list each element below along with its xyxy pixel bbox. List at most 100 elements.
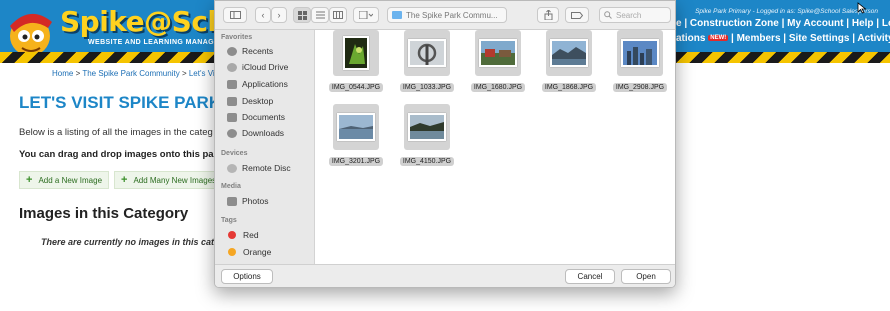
tags-heading: Tags (221, 217, 237, 224)
section-heading: Images in this Category (19, 205, 189, 222)
file-item[interactable]: IMG_4150.JPG (392, 104, 462, 168)
file-item[interactable]: IMG_3201.JPG (321, 104, 391, 168)
dialog-sidebar: Favorites Recents iCloud Drive Applicati… (215, 30, 315, 264)
add-image-label: Add a New Image (38, 175, 103, 185)
add-image-button[interactable]: + Add a New Image (19, 171, 110, 189)
add-many-images-label: Add Many New Images (133, 175, 217, 185)
sidebar-item-recents[interactable]: Recents (227, 46, 273, 56)
nav-item-logout[interactable]: Logout (882, 18, 890, 29)
top-nav-row1: e | Construction Zone | My Account | Hel… (676, 18, 890, 29)
devices-heading: Devices (221, 150, 248, 157)
options-button[interactable]: Options (221, 269, 273, 284)
file-item[interactable]: IMG_0544.JPG (321, 30, 391, 94)
sidebar-item-documents[interactable]: Documents (227, 112, 285, 122)
sidebar-item-applications[interactable]: Applications (227, 79, 288, 89)
icon-view-button[interactable] (293, 7, 311, 23)
file-name: IMG_1868.JPG (541, 83, 597, 92)
sidebar-item-label: Remote Disc (242, 163, 291, 173)
nav-item-members[interactable]: Members (737, 33, 781, 44)
cloud-icon (227, 62, 237, 72)
breadcrumb-home[interactable]: Home (52, 69, 73, 78)
red-tag-icon (228, 231, 236, 239)
breadcrumb-community[interactable]: The Spike Park Community (82, 69, 179, 78)
cancel-button[interactable]: Cancel (565, 269, 615, 284)
download-icon (227, 128, 237, 138)
page-title: LET'S VISIT SPIKE PARK (19, 93, 222, 112)
sidebar-item-tag-orange[interactable]: Orange (227, 247, 271, 257)
empty-category-note: There are currently no images in this ca… (41, 237, 225, 247)
orange-tag-icon (228, 248, 236, 256)
sidebar-item-desktop[interactable]: Desktop (227, 96, 273, 106)
sidebar-item-downloads[interactable]: Downloads (227, 128, 284, 138)
sidebar-item-label: Photos (242, 196, 269, 206)
sidebar-item-photos[interactable]: Photos (227, 196, 268, 206)
sidebar-icon (229, 11, 241, 19)
file-name: IMG_1680.JPG (470, 83, 526, 92)
applications-icon (227, 79, 237, 89)
add-many-images-button[interactable]: + Add Many New Images (114, 171, 224, 189)
share-icon (544, 10, 552, 20)
file-item[interactable]: IMG_1680.JPG (463, 30, 533, 94)
arrange-icon (359, 11, 373, 19)
search-input[interactable]: Search (599, 7, 671, 23)
columns-icon (333, 11, 343, 19)
new-badge: NEW! (708, 35, 729, 41)
mouse-cursor-icon (857, 2, 867, 14)
search-icon (604, 11, 612, 19)
nav-item-my-account[interactable]: My Account (787, 18, 843, 29)
share-button[interactable] (537, 7, 559, 23)
nav-item-communications[interactable]: ations (676, 33, 705, 44)
file-name: IMG_0544.JPG (328, 83, 384, 92)
sidebar-item-remote-disc[interactable]: Remote Disc (227, 163, 291, 173)
image-thumbnail-icon (479, 39, 517, 67)
grid-icon (297, 10, 307, 20)
sidebar-item-tag-red[interactable]: Red (227, 230, 259, 240)
nav-item-activity-logs[interactable]: Activity Logs (857, 33, 890, 44)
image-thumbnail-icon (337, 113, 375, 141)
clock-icon (227, 46, 237, 56)
sidebar-item-label: Desktop (242, 96, 274, 106)
image-thumbnail-icon (408, 39, 446, 67)
file-item[interactable]: IMG_2908.JPG (605, 30, 675, 94)
open-button[interactable]: Open (621, 269, 671, 284)
file-item[interactable]: IMG_1868.JPG (534, 30, 604, 94)
dialog-toolbar: ‹ › The Spike Park Commu... Search (215, 1, 675, 30)
breadcrumb: Home > The Spike Park Community > Let's … (52, 69, 219, 78)
plus-icon: + (26, 174, 33, 186)
image-thumbnail-icon (408, 113, 446, 141)
disc-icon (227, 163, 237, 173)
back-button[interactable]: ‹ (255, 7, 271, 23)
file-name: IMG_3201.JPG (328, 157, 384, 166)
location-label: The Spike Park Commu... (406, 10, 498, 20)
image-thumbnail-icon (621, 39, 659, 67)
tag-button[interactable] (565, 7, 589, 23)
forward-button[interactable]: › (271, 7, 287, 23)
image-thumbnail-icon (550, 39, 588, 67)
nav-item-help[interactable]: Help (852, 18, 874, 29)
file-name: IMG_1033.JPG (399, 83, 455, 92)
search-placeholder: Search (616, 10, 642, 20)
sidebar-item-icloud-drive[interactable]: iCloud Drive (227, 62, 288, 72)
sidebar-item-label: Documents (242, 112, 285, 122)
nav-item-home-fragment[interactable]: e (676, 18, 682, 29)
drag-drop-hint: You can drag and drop images onto this p… (19, 149, 220, 160)
sidebar-item-label: Orange (243, 247, 272, 257)
favorites-heading: Favorites (221, 34, 253, 41)
location-popup[interactable]: The Spike Park Commu... (387, 7, 507, 23)
list-view-button[interactable] (311, 7, 329, 23)
folder-icon (392, 11, 402, 19)
sidebar-item-label: iCloud Drive (242, 62, 289, 72)
column-view-button[interactable] (329, 7, 347, 23)
file-item[interactable]: IMG_1033.JPG (392, 30, 462, 94)
desktop-icon (227, 96, 237, 106)
group-by-button[interactable] (353, 7, 379, 23)
nav-item-construction-zone[interactable]: Construction Zone (690, 18, 779, 29)
tag-icon (571, 11, 583, 19)
nav-item-site-settings[interactable]: Site Settings (789, 33, 850, 44)
file-open-dialog: ‹ › The Spike Park Commu... Search Favor… (214, 0, 676, 288)
sidebar-toggle-button[interactable] (223, 7, 247, 23)
sidebar-item-label: Red (243, 230, 259, 240)
dialog-footer: Options Cancel Open (215, 264, 675, 287)
chevron-right-icon: › (277, 10, 281, 20)
top-nav-row2: ations NEW! | Members | Site Settings | … (676, 33, 890, 44)
